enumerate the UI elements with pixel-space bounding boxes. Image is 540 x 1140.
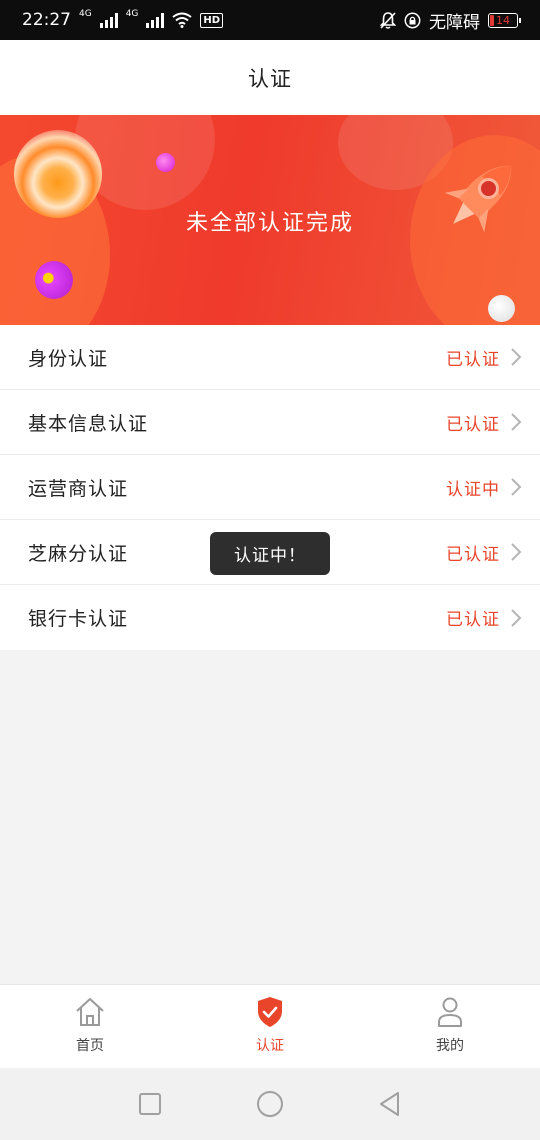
battery-icon: 14 (488, 12, 521, 28)
chevron-right-icon (511, 348, 522, 366)
list-item-carrier[interactable]: 运营商认证 认证中 (0, 455, 540, 520)
list-item-right: 已认证 (446, 345, 522, 370)
chevron-right-icon (511, 543, 522, 561)
list-item-label: 银行卡认证 (28, 608, 129, 630)
network-type-2: 4G (125, 9, 139, 19)
app-header: 认证 (0, 40, 540, 115)
chevron-right-icon (511, 478, 522, 496)
status-bar: 22:27 4G 4G HD 无障碍 14 (0, 0, 540, 40)
list-item-label: 运营商认证 (28, 477, 129, 500)
list-item-basic-info[interactable]: 基本信息认证 已认证 (0, 390, 540, 455)
status-left: 22:27 4G 4G HD (22, 9, 224, 30)
decor-pink-dot (156, 153, 175, 172)
status-text: 已认证 (446, 610, 500, 630)
list-item-label: 芝麻分认证 (28, 542, 129, 565)
certification-list: 身份认证 已认证 基本信息认证 已认证 运营商认证 认证中 芝麻分认证 已认证 … (0, 325, 540, 650)
tab-label: 认证 (256, 1038, 284, 1054)
list-item-identity[interactable]: 身份认证 已认证 (0, 325, 540, 390)
toast-message: 认证中！ (210, 532, 330, 575)
status-text: 已认证 (446, 544, 500, 565)
decor-white-ball (488, 295, 515, 322)
tab-mine[interactable]: 我的 (360, 985, 540, 1068)
page-title: 认证 (248, 66, 292, 91)
decor-purple-ball (35, 261, 73, 299)
chevron-right-icon (511, 413, 522, 431)
tab-label: 我的 (436, 1038, 464, 1054)
list-item-label: 基本信息认证 (28, 412, 149, 435)
list-item-bank-card[interactable]: 银行卡认证 已认证 (0, 585, 540, 650)
signal-icon-2 (146, 12, 165, 28)
status-text: 已认证 (446, 414, 500, 435)
status-text: 已认证 (446, 349, 500, 370)
chevron-right-icon (511, 608, 522, 627)
tab-home[interactable]: 首页 (0, 985, 180, 1068)
recent-apps-icon[interactable] (136, 1090, 164, 1118)
shield-check-icon (258, 997, 282, 1027)
battery-level: 14 (496, 13, 510, 27)
lock-rotation-icon (404, 12, 421, 28)
list-item-right: 认证中 (446, 475, 522, 500)
wifi-icon (172, 12, 193, 28)
accessibility-label: 无障碍 (429, 12, 480, 33)
hd-badge: HD (200, 12, 224, 28)
home-circle-icon[interactable] (256, 1090, 284, 1118)
list-item-right: 已认证 (446, 410, 522, 435)
list-item-right: 已认证 (446, 605, 522, 630)
banner: 未全部认证完成 (0, 115, 540, 325)
bell-muted-icon (380, 11, 396, 29)
user-icon (438, 997, 462, 1027)
system-nav-bar (0, 1068, 540, 1140)
tab-label: 首页 (76, 1038, 104, 1054)
banner-text: 未全部认证完成 (185, 211, 354, 236)
status-time: 22:27 (22, 10, 71, 30)
status-text: 认证中 (446, 479, 500, 500)
bottom-tab-bar: 首页 认证 我的 (0, 984, 540, 1068)
network-type-1: 4G (79, 9, 92, 19)
list-item-label: 身份认证 (28, 347, 109, 370)
list-item-right: 已认证 (446, 540, 522, 565)
home-icon (76, 998, 104, 1026)
back-triangle-icon[interactable] (376, 1090, 404, 1118)
signal-icon (99, 12, 118, 28)
status-right: 无障碍 14 (380, 8, 521, 33)
tab-certification[interactable]: 认证 (180, 985, 360, 1068)
